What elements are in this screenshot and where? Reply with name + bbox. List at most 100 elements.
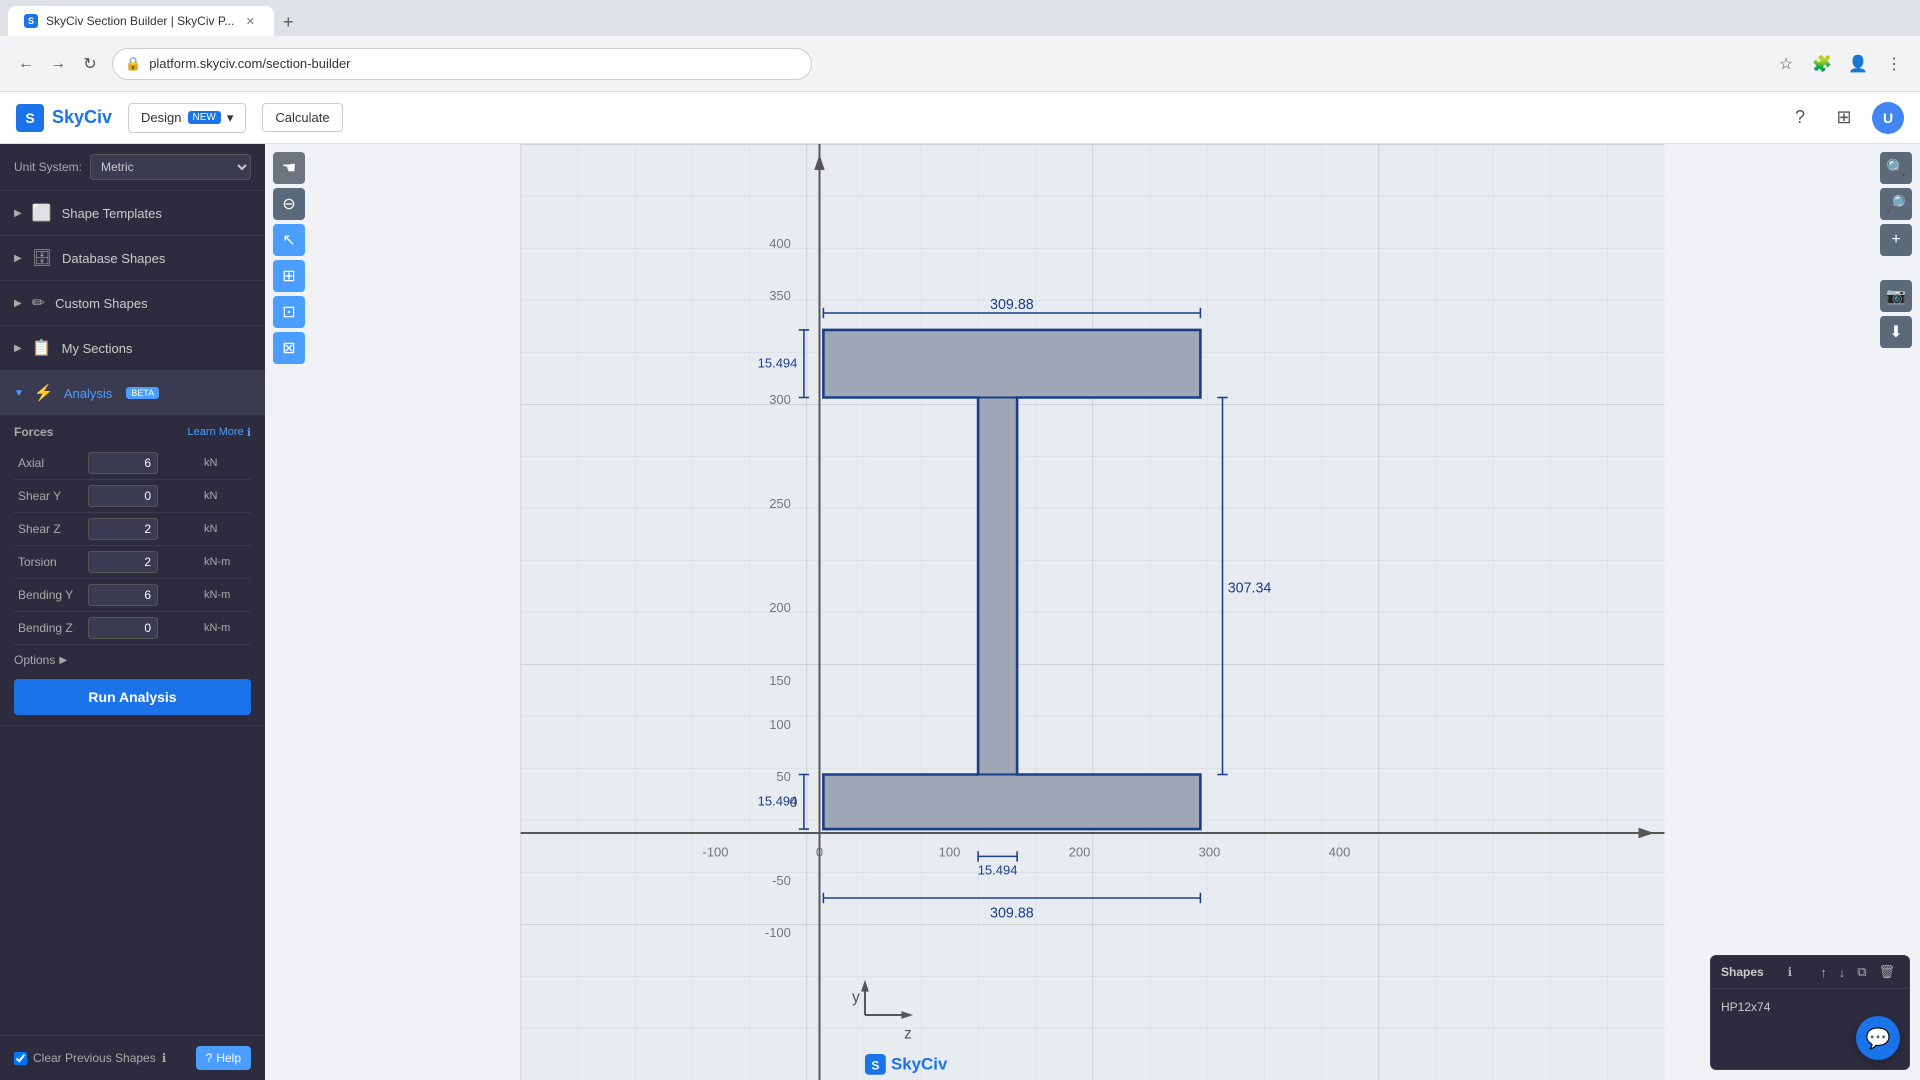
snap-tool-button[interactable]: ⊠ [273, 332, 305, 364]
measure-tool-button[interactable]: ⊞ [273, 260, 305, 292]
info-icon: ℹ [247, 426, 251, 439]
top-nav: S SkyCiv Design NEW ▾ Calculate ? ⊞ U [0, 92, 1920, 144]
options-label: Options [14, 653, 55, 667]
shapes-panel-header: Shapes ℹ ↑ ↓ ⧉ 🗑 [1711, 956, 1909, 989]
force-row-shear-y: Shear Y kN [14, 480, 251, 513]
svg-text:15.494: 15.494 [758, 794, 798, 809]
zoom-out-button[interactable]: 🔎 [1880, 188, 1912, 220]
svg-text:SkyCiv: SkyCiv [891, 1055, 948, 1074]
force-input-torsion[interactable] [88, 551, 158, 573]
logo: S SkyCiv [16, 104, 112, 132]
sidebar-item-database-shapes[interactable]: ▶ 🗄 Database Shapes [0, 236, 265, 280]
svg-text:400: 400 [769, 236, 791, 251]
shape-templates-label: Shape Templates [62, 206, 162, 221]
force-name-bending-y: Bending Y [14, 579, 84, 612]
custom-shapes-arrow-icon: ▶ [14, 298, 22, 309]
force-input-shear-z[interactable] [88, 518, 158, 540]
help-label: Help [216, 1051, 241, 1065]
my-sections-label: My Sections [62, 341, 133, 356]
shapes-move-down-button[interactable]: ↓ [1835, 962, 1850, 982]
fit-view-button[interactable]: + [1880, 224, 1912, 256]
force-row-axial: Axial kN [14, 447, 251, 480]
pan-tool-button[interactable]: ☚ [273, 152, 305, 184]
user-avatar[interactable]: U [1872, 102, 1904, 134]
learn-more-link[interactable]: Learn More ℹ [188, 426, 251, 439]
force-value-bending-z[interactable] [84, 612, 200, 645]
shapes-delete-button[interactable]: 🗑 [1874, 962, 1899, 982]
analysis-arrow-icon: ▼ [14, 388, 24, 399]
chat-bubble-button[interactable]: 💬 [1856, 1016, 1900, 1060]
clear-previous-shapes-text: Clear Previous Shapes [33, 1051, 156, 1065]
menu-button[interactable]: ⋮ [1880, 50, 1908, 78]
help-icon-button[interactable]: ? [1784, 102, 1816, 134]
canvas-svg: 0 400 350 300 250 200 150 100 50 -50 -10… [265, 144, 1920, 1080]
shapes-copy-button[interactable]: ⧉ [1853, 962, 1870, 982]
svg-text:-100: -100 [765, 925, 791, 940]
tab-favicon: S [24, 14, 38, 28]
apps-icon-button[interactable]: ⊞ [1828, 102, 1860, 134]
download-button[interactable]: ⬇ [1880, 316, 1912, 348]
force-value-bending-y[interactable] [84, 579, 200, 612]
force-name-bending-z: Bending Z [14, 612, 84, 645]
select-tool-button[interactable]: ↖ [273, 224, 305, 256]
extension-button[interactable]: 🧩 [1808, 50, 1836, 78]
svg-text:300: 300 [769, 392, 791, 407]
sidebar-item-analysis[interactable]: ▼ ⚡ Analysis BETA [0, 371, 265, 415]
bookmark-button[interactable]: ☆ [1772, 50, 1800, 78]
force-value-axial[interactable] [84, 447, 200, 480]
back-button[interactable]: ← [12, 50, 40, 78]
analysis-beta-badge: BETA [126, 387, 159, 399]
calculate-button[interactable]: Calculate [262, 103, 342, 132]
shapes-panel-tools: ↑ ↓ ⧉ 🗑 [1816, 962, 1899, 982]
clear-previous-shapes-label[interactable]: Clear Previous Shapes ℹ [14, 1051, 166, 1065]
zoom-tool-button[interactable]: ⊖ [273, 188, 305, 220]
design-button[interactable]: Design NEW ▾ [128, 103, 246, 133]
forces-title: Forces [14, 425, 53, 439]
force-input-bending-y[interactable] [88, 584, 158, 606]
help-button[interactable]: ? Help [196, 1046, 251, 1070]
sidebar-item-shape-templates[interactable]: ▶ ⬜ Shape Templates [0, 191, 265, 235]
force-name-shear-y: Shear Y [14, 480, 84, 513]
svg-text:300: 300 [1199, 844, 1221, 859]
draw-tool-button[interactable]: ⊡ [273, 296, 305, 328]
clear-previous-shapes-checkbox[interactable] [14, 1052, 27, 1065]
reload-button[interactable]: ↻ [76, 50, 104, 78]
design-label: Design [141, 110, 181, 125]
shapes-move-up-button[interactable]: ↑ [1816, 962, 1831, 982]
sidebar-section-analysis: ▼ ⚡ Analysis BETA Forces Learn More ℹ [0, 371, 265, 726]
browser-tab[interactable]: S SkyCiv Section Builder | SkyCiv P... ✕ [8, 6, 274, 36]
shapes-info-icon: ℹ [1788, 965, 1793, 979]
design-badge: NEW [188, 111, 221, 124]
svg-text:200: 200 [1069, 844, 1091, 859]
forward-button[interactable]: → [44, 50, 72, 78]
force-value-shear-z[interactable] [84, 513, 200, 546]
svg-text:15.494: 15.494 [978, 863, 1018, 878]
zoom-in-button[interactable]: 🔍 [1880, 152, 1912, 184]
svg-text:-50: -50 [772, 873, 791, 888]
sidebar-item-custom-shapes[interactable]: ▶ ✏ Custom Shapes [0, 281, 265, 325]
force-value-torsion[interactable] [84, 546, 200, 579]
force-value-shear-y[interactable] [84, 480, 200, 513]
nav-right: ? ⊞ U [1784, 102, 1904, 134]
forces-table: Axial kN Shear Y kN Shear Z [14, 447, 251, 645]
screenshot-button[interactable]: 📷 [1880, 280, 1912, 312]
sidebar-item-my-sections[interactable]: ▶ 📋 My Sections [0, 326, 265, 370]
force-input-bending-z[interactable] [88, 617, 158, 639]
unit-system-select[interactable]: Metric Imperial [90, 154, 251, 180]
analysis-panel: Forces Learn More ℹ Axial kN [0, 415, 265, 725]
svg-text:100: 100 [939, 844, 961, 859]
address-bar[interactable]: 🔒 platform.skyciv.com/section-builder [112, 48, 812, 80]
force-input-shear-y[interactable] [88, 485, 158, 507]
run-analysis-button[interactable]: Run Analysis [14, 679, 251, 715]
new-tab-button[interactable]: + [274, 8, 302, 36]
analysis-icon: ⚡ [34, 383, 54, 403]
force-name-axial: Axial [14, 447, 84, 480]
shape-entry-hp12x74[interactable]: HP12x74 [1721, 997, 1899, 1017]
svg-text:y: y [852, 989, 860, 1006]
force-name-torsion: Torsion [14, 546, 84, 579]
profile-button[interactable]: 👤 [1844, 50, 1872, 78]
force-input-axial[interactable] [88, 452, 158, 474]
options-row[interactable]: Options ▶ [14, 645, 251, 675]
svg-text:250: 250 [769, 496, 791, 511]
tab-close-button[interactable]: ✕ [242, 13, 258, 29]
